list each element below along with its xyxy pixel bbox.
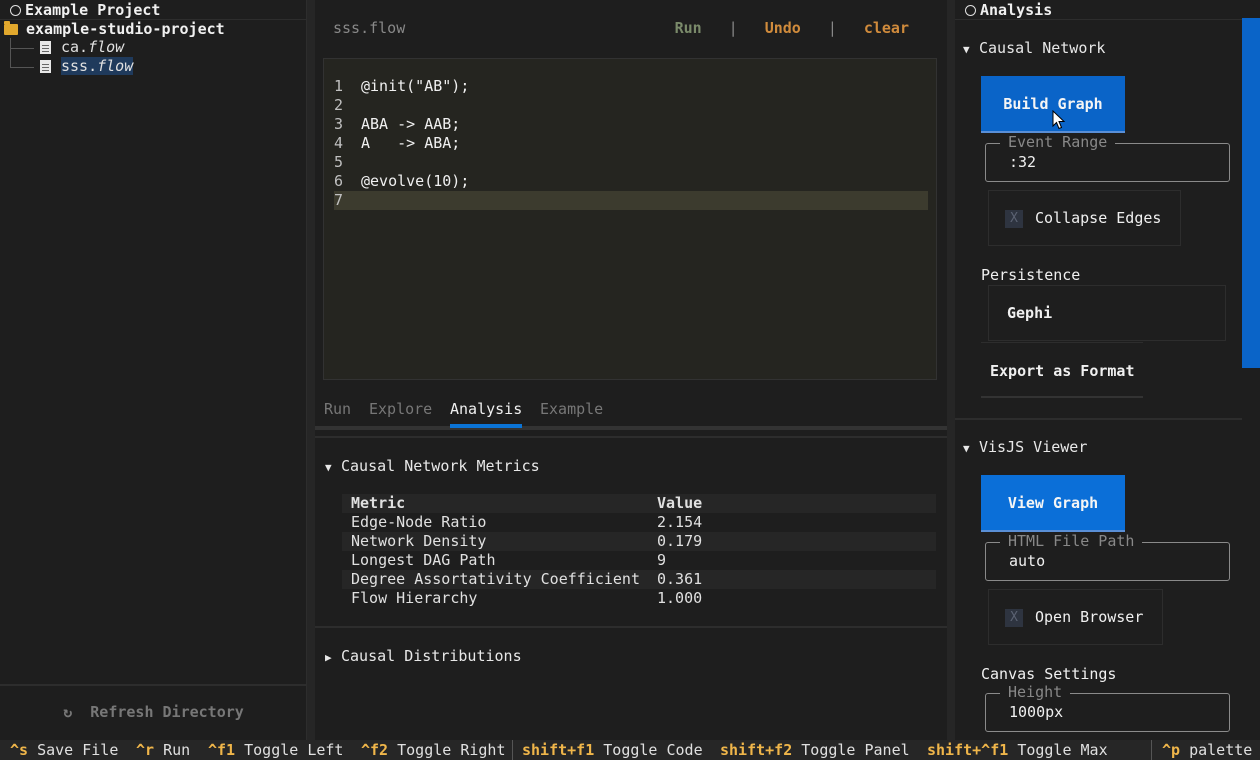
mouse-cursor-icon bbox=[1052, 110, 1066, 130]
tab-example[interactable]: Example bbox=[540, 398, 603, 428]
circle-icon bbox=[10, 5, 21, 16]
analysis-title-text: Analysis bbox=[980, 1, 1053, 19]
triangle-right-icon: ▶ bbox=[325, 651, 332, 664]
causal-network-toggle[interactable]: ▼ Causal Network bbox=[963, 38, 1105, 58]
shortcut-save[interactable]: ^s Save File bbox=[10, 740, 118, 760]
editor-file-title: sss.flow bbox=[333, 19, 406, 37]
shortcut-footer: ^s Save File ^r Run ^f1 Toggle Left ^f2 … bbox=[0, 740, 1260, 760]
shortcut-toggle-right[interactable]: ^f2 Toggle Right bbox=[361, 740, 506, 760]
left-splitter[interactable] bbox=[307, 0, 315, 740]
editor-panel: sss.flow Run | Undo | clear 1 @init("AB"); 2 … bbox=[315, 0, 947, 740]
file-item-ca[interactable]: ca.flow bbox=[40, 38, 124, 57]
folder-icon bbox=[4, 21, 18, 35]
shortcut-toggle-max[interactable]: shift+^f1 Toggle Max bbox=[927, 740, 1108, 760]
circle-icon bbox=[965, 5, 976, 16]
html-path-legend: HTML File Path bbox=[1000, 532, 1143, 550]
refresh-directory-button[interactable]: ↻ Refresh Directory bbox=[0, 703, 307, 721]
collapse-edges-label: Collapse Edges bbox=[1035, 209, 1162, 227]
height-field[interactable]: Height 1000px bbox=[985, 683, 1230, 732]
file-icon bbox=[40, 60, 51, 73]
event-range-legend: Event Range bbox=[1000, 133, 1116, 151]
persistence-label: Persistence bbox=[981, 266, 1081, 284]
table-row: Longest DAG Path 9 bbox=[351, 551, 667, 569]
visjs-title: VisJS Viewer bbox=[979, 438, 1088, 456]
separator: | bbox=[728, 19, 738, 37]
triangle-down-icon: ▼ bbox=[325, 461, 332, 474]
file-icon bbox=[40, 41, 51, 54]
code-line[interactable]: 3 ABA -> AAB; bbox=[334, 115, 928, 134]
code-editor[interactable]: 1 @init("AB"); 2 3 ABA -> AAB; 4A -> ABA; … bbox=[323, 58, 937, 380]
tab-run[interactable]: Run bbox=[324, 398, 351, 428]
tab-analysis[interactable]: Analysis bbox=[450, 398, 522, 428]
export-format-button[interactable]: Export as Format bbox=[981, 342, 1143, 398]
visjs-viewer-toggle[interactable]: ▼ VisJS Viewer bbox=[963, 437, 1087, 457]
checkbox-icon[interactable]: X bbox=[1005, 210, 1023, 228]
folder-item-root[interactable]: example-studio-project bbox=[4, 20, 225, 38]
triangle-down-icon: ▼ bbox=[963, 442, 970, 455]
event-range-value: :32 bbox=[1009, 153, 1037, 171]
open-browser-checkbox[interactable]: X Open Browser bbox=[988, 589, 1163, 645]
code-line[interactable]: 1 @init("AB"); bbox=[334, 77, 928, 96]
metrics-section-title: Causal Network Metrics bbox=[341, 457, 540, 475]
shortcut-toggle-panel[interactable]: shift+f2 Toggle Panel bbox=[720, 740, 910, 760]
shortcut-toggle-left[interactable]: ^f1 Toggle Left bbox=[208, 740, 343, 760]
canvas-settings-label: Canvas Settings bbox=[981, 665, 1117, 683]
metrics-table: Metric Value Edge-Node Ratio 2.154 Network… bbox=[342, 494, 936, 608]
tab-explore[interactable]: Explore bbox=[369, 398, 432, 428]
table-row: Edge-Node Ratio 2.154 bbox=[351, 513, 703, 531]
height-legend: Height bbox=[1000, 683, 1071, 701]
shortcut-toggle-code[interactable]: shift+f1 Toggle Code bbox=[522, 740, 703, 760]
shortcut-palette[interactable]: ^p palette bbox=[1162, 740, 1252, 760]
code-line[interactable]: 5 bbox=[334, 153, 928, 172]
file-explorer-panel: Example Project example-studio-project c… bbox=[0, 0, 307, 740]
explorer-title-text: Example Project bbox=[25, 1, 161, 19]
refresh-icon: ↻ bbox=[63, 703, 73, 721]
export-button-label: Export as Format bbox=[990, 362, 1135, 380]
table-row: Flow Hierarchy 1.000 bbox=[351, 589, 703, 607]
html-file-path-field[interactable]: HTML File Path auto bbox=[985, 532, 1230, 581]
explorer-title: Example Project bbox=[10, 0, 160, 20]
code-line[interactable]: 6 @evolve(10); bbox=[334, 172, 928, 191]
bottom-tabs: Run Explore Analysis Example bbox=[315, 398, 947, 430]
code-line[interactable]: 2 bbox=[334, 96, 928, 115]
file-name: sss.flow bbox=[61, 57, 134, 75]
clear-button[interactable]: clear bbox=[864, 19, 909, 37]
analysis-panel: Analysis ▼ Causal Network Build Graph Eve… bbox=[955, 0, 1242, 740]
table-header-row: Metric Value bbox=[342, 494, 936, 513]
distributions-section-toggle[interactable]: ▶ Causal Distributions bbox=[325, 646, 522, 666]
triangle-down-icon: ▼ bbox=[963, 43, 970, 56]
refresh-label: Refresh Directory bbox=[90, 703, 244, 721]
checkbox-icon[interactable]: X bbox=[1005, 609, 1023, 627]
distributions-section-title: Causal Distributions bbox=[341, 647, 522, 665]
shortcut-run[interactable]: ^r Run bbox=[136, 740, 190, 760]
separator: | bbox=[827, 19, 837, 37]
editor-actions: Run | Undo | clear bbox=[675, 19, 909, 37]
causal-network-title: Causal Network bbox=[979, 39, 1106, 57]
html-path-value: auto bbox=[1009, 552, 1046, 570]
code-line[interactable]: 4A -> ABA; bbox=[334, 134, 928, 153]
file-name: ca.flow bbox=[61, 38, 125, 56]
undo-button[interactable]: Undo bbox=[765, 19, 801, 37]
right-splitter[interactable] bbox=[947, 0, 955, 740]
run-button[interactable]: Run bbox=[675, 19, 702, 37]
open-browser-label: Open Browser bbox=[1035, 608, 1144, 626]
folder-label: example-studio-project bbox=[26, 20, 225, 38]
persistence-select[interactable]: Gephi bbox=[988, 285, 1226, 341]
view-graph-button[interactable]: View Graph bbox=[981, 475, 1125, 532]
table-row: Degree Assortativity Coefficient 0.361 bbox=[342, 570, 936, 589]
right-scrollbar-thumb[interactable] bbox=[1242, 18, 1260, 368]
table-row: Network Density 0.179 bbox=[342, 532, 936, 551]
analysis-title: Analysis bbox=[965, 0, 1052, 20]
event-range-field[interactable]: Event Range :32 bbox=[985, 133, 1230, 182]
metrics-section-toggle[interactable]: ▼ Causal Network Metrics bbox=[325, 456, 540, 476]
persistence-value: Gephi bbox=[1007, 304, 1053, 322]
collapse-edges-checkbox[interactable]: X Collapse Edges bbox=[988, 190, 1181, 246]
code-line-active[interactable]: 7 bbox=[334, 191, 928, 210]
file-item-sss[interactable]: sss.flow bbox=[40, 57, 134, 76]
height-value: 1000px bbox=[1009, 703, 1064, 721]
